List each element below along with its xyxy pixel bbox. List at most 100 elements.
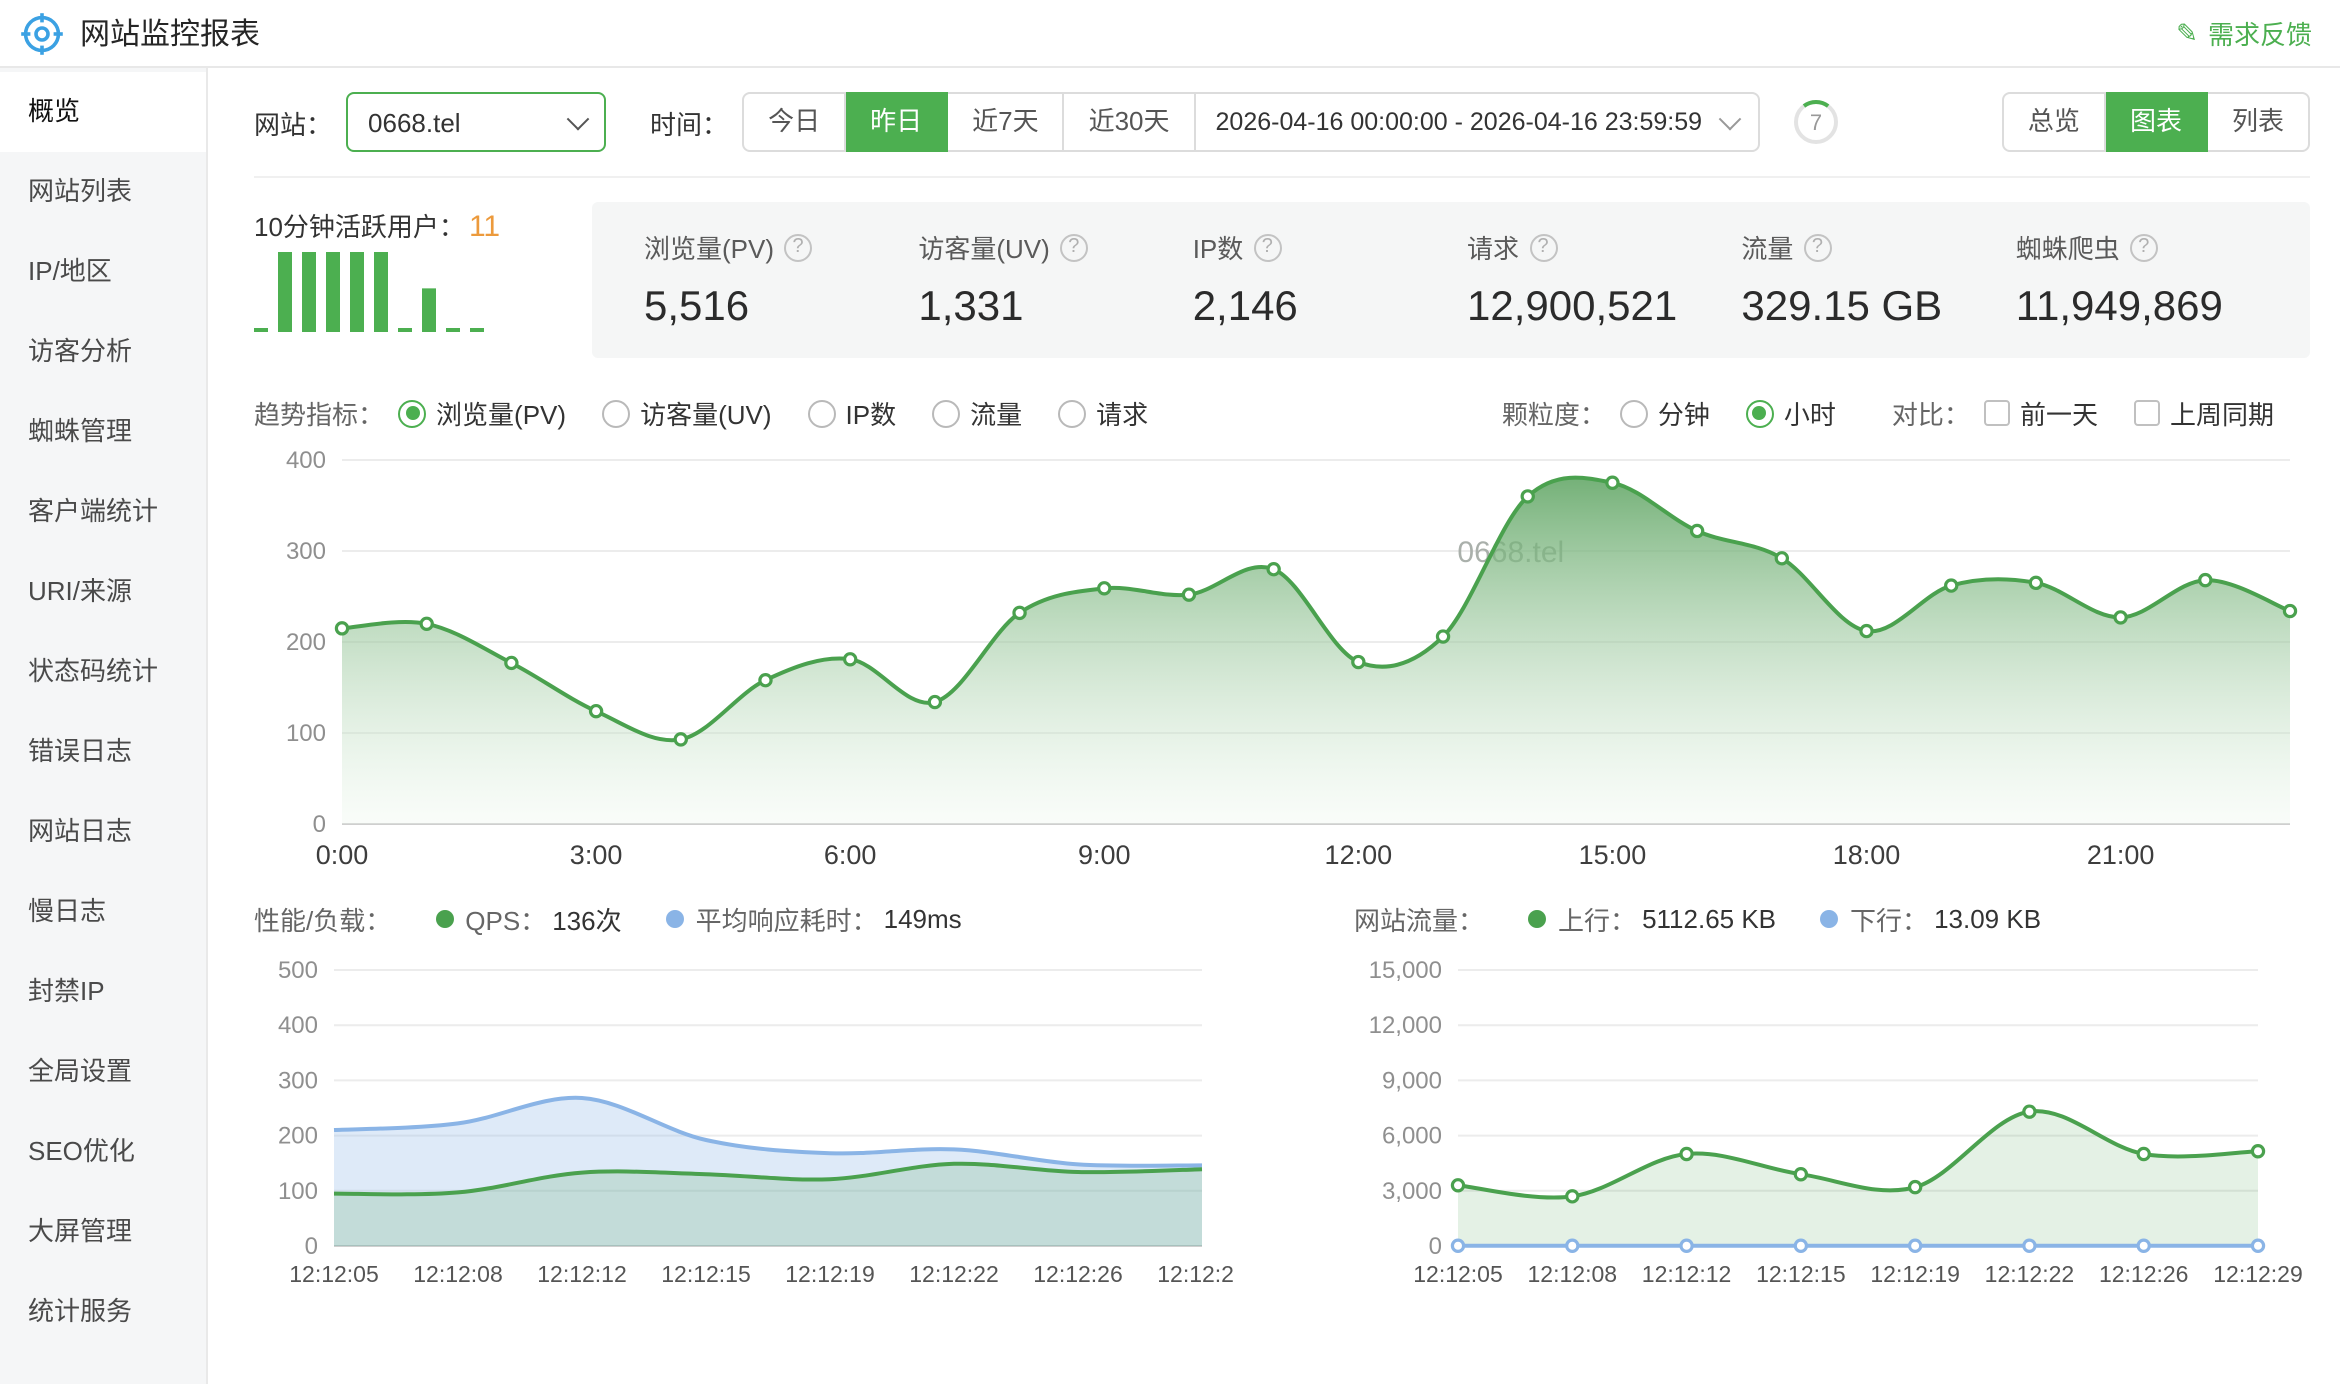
svg-text:12:12:05: 12:12:05 bbox=[289, 1261, 379, 1287]
date-range-picker[interactable]: 2026-04-16 00:00:00 - 2026-04-16 23:59:5… bbox=[1196, 92, 1761, 152]
sidebar-item[interactable]: 慢日志 bbox=[0, 872, 206, 952]
svg-text:15:00: 15:00 bbox=[1579, 840, 1647, 870]
sidebar-item[interactable]: URI/来源 bbox=[0, 552, 206, 632]
svg-text:100: 100 bbox=[286, 720, 326, 747]
sidebar-item[interactable]: 大屏管理 bbox=[0, 1192, 206, 1272]
response-time-value: 149ms bbox=[884, 904, 962, 934]
sidebar-item[interactable]: SEO优化 bbox=[0, 1112, 206, 1192]
view-mode-buttons: 总览图表列表 bbox=[2002, 92, 2310, 152]
performance-chart[interactable]: 010020030040050012:12:0512:12:0812:12:12… bbox=[254, 954, 1234, 1294]
qps-legend-item[interactable]: QPS： 136次 bbox=[435, 900, 621, 938]
time-range-button[interactable]: 今日 bbox=[742, 92, 846, 152]
granularity-label: 颗粒度： bbox=[1502, 394, 1606, 432]
site-label: 网站： bbox=[254, 103, 332, 141]
help-icon[interactable]: ? bbox=[1803, 233, 1831, 261]
response-time-legend-item[interactable]: 平均响应耗时： 149ms bbox=[666, 900, 962, 938]
traffic-chart[interactable]: 03,0006,0009,00012,00015,00012:12:0512:1… bbox=[1354, 954, 2310, 1294]
stat-column: IP数 ? 2,146 bbox=[1193, 228, 1467, 332]
kpi-panel: 浏览量(PV) ? 5,516 访客量(UV) ? 1,331 IP数 ? 2,… bbox=[592, 202, 2310, 358]
sidebar-item[interactable]: 网站日志 bbox=[0, 792, 206, 872]
svg-text:400: 400 bbox=[278, 1012, 318, 1039]
svg-text:12:12:26: 12:12:26 bbox=[1033, 1261, 1123, 1287]
svg-text:12:12:05: 12:12:05 bbox=[1413, 1261, 1503, 1287]
traffic-legend: 网站流量： 上行： 5112.65 KB 下行： 13.09 KB bbox=[1354, 900, 2310, 938]
site-select[interactable]: 0668.tel bbox=[346, 92, 606, 152]
radio-icon bbox=[602, 399, 630, 427]
traffic-label: 网站流量： bbox=[1354, 900, 1484, 938]
trend-metric-radio[interactable]: IP数 bbox=[808, 394, 897, 432]
trend-metric-group: 浏览量(PV) 访客量(UV) IP数 流量 请求 bbox=[398, 394, 1184, 432]
stat-label: 浏览量(PV) bbox=[644, 228, 774, 266]
granularity-radio[interactable]: 分钟 bbox=[1620, 394, 1710, 432]
sidebar-item[interactable]: 概览 bbox=[0, 72, 206, 152]
stat-label: 访客量(UV) bbox=[918, 228, 1049, 266]
svg-text:18:00: 18:00 bbox=[1833, 840, 1901, 870]
sidebar-item[interactable]: 蜘蛛管理 bbox=[0, 392, 206, 472]
sidebar-item[interactable]: 客户端统计 bbox=[0, 472, 206, 552]
svg-text:12:12:22: 12:12:22 bbox=[909, 1261, 999, 1287]
sidebar-item[interactable]: 错误日志 bbox=[0, 712, 206, 792]
stats-row: 10分钟活跃用户：11 浏览量(PV) ? 5,516 访客量(UV) ? 1,… bbox=[254, 202, 2310, 358]
sidebar-item[interactable]: 网站列表 bbox=[0, 152, 206, 232]
trend-metric-radio[interactable]: 请求 bbox=[1058, 394, 1148, 432]
svg-text:12:12:29: 12:12:29 bbox=[1157, 1261, 1234, 1287]
help-icon[interactable]: ? bbox=[784, 233, 812, 261]
stat-value: 2,146 bbox=[1193, 284, 1467, 332]
trend-controls: 趋势指标： 浏览量(PV) 访客量(UV) IP数 流量 请求 颗粒度： 分钟 … bbox=[254, 394, 2310, 432]
view-mode-button[interactable]: 列表 bbox=[2208, 92, 2310, 152]
pv-trend-chart[interactable]: 01002003004000:003:006:009:0012:0015:001… bbox=[254, 440, 2310, 876]
trend-metric-radio[interactable]: 访客量(UV) bbox=[602, 394, 771, 432]
date-range-value: 2026-04-16 00:00:00 - 2026-04-16 23:59:5… bbox=[1216, 108, 1703, 136]
trend-metric-radio[interactable]: 流量 bbox=[932, 394, 1022, 432]
time-range-button[interactable]: 近7天 bbox=[948, 92, 1064, 152]
svg-text:6:00: 6:00 bbox=[824, 840, 877, 870]
stat-label: IP数 bbox=[1193, 228, 1244, 266]
trend-metric-radio[interactable]: 浏览量(PV) bbox=[398, 394, 566, 432]
time-range-controls: 今日昨日近7天近30天 2026-04-16 00:00:00 - 2026-0… bbox=[742, 92, 1760, 152]
app-title: 网站监控报表 bbox=[80, 12, 260, 54]
active-users-bar-chart bbox=[254, 244, 494, 340]
filter-bar: 网站： 0668.tel 时间： 今日昨日近7天近30天 2026-04-16 … bbox=[254, 92, 2310, 178]
stat-value: 1,331 bbox=[918, 284, 1192, 332]
time-range-button[interactable]: 昨日 bbox=[846, 92, 948, 152]
compare-checkbox[interactable]: 前一天 bbox=[1984, 394, 2098, 432]
sidebar-item[interactable]: IP/地区 bbox=[0, 232, 206, 312]
svg-text:0: 0 bbox=[313, 811, 326, 838]
view-mode-button[interactable]: 图表 bbox=[2106, 92, 2208, 152]
view-mode-button[interactable]: 总览 bbox=[2002, 92, 2106, 152]
radio-icon bbox=[808, 399, 836, 427]
logo-icon bbox=[20, 11, 64, 55]
feedback-link[interactable]: ✎ 需求反馈 bbox=[2176, 14, 2312, 52]
stat-value: 5,516 bbox=[644, 284, 918, 332]
help-icon[interactable]: ? bbox=[2130, 233, 2158, 261]
help-icon[interactable]: ? bbox=[1253, 233, 1281, 261]
svg-text:9:00: 9:00 bbox=[1078, 840, 1131, 870]
sidebar-item[interactable]: 全局设置 bbox=[0, 1032, 206, 1112]
svg-text:0: 0 bbox=[1429, 1233, 1442, 1260]
sidebar-item[interactable]: 统计服务 bbox=[0, 1272, 206, 1352]
time-range-button[interactable]: 近30天 bbox=[1065, 92, 1196, 152]
edit-icon: ✎ bbox=[2176, 17, 2198, 49]
sidebar-item[interactable]: 状态码统计 bbox=[0, 632, 206, 712]
time-label: 时间： bbox=[650, 103, 728, 141]
downstream-value: 13.09 KB bbox=[1934, 904, 2041, 934]
checkbox-icon bbox=[2134, 400, 2160, 426]
radio-icon bbox=[1620, 399, 1648, 427]
downstream-legend-item[interactable]: 下行： 13.09 KB bbox=[1820, 900, 2041, 938]
performance-chart-box: 性能/负载： QPS： 136次 平均响应耗时： 149ms 010020030… bbox=[254, 900, 1234, 1294]
granularity-radio[interactable]: 小时 bbox=[1746, 394, 1836, 432]
svg-text:12:12:29: 12:12:29 bbox=[2213, 1261, 2303, 1287]
help-icon[interactable]: ? bbox=[1529, 233, 1557, 261]
upstream-legend-item[interactable]: 上行： 5112.65 KB bbox=[1528, 900, 1776, 938]
bottom-charts: 性能/负载： QPS： 136次 平均响应耗时： 149ms 010020030… bbox=[254, 900, 2310, 1294]
sidebar: 概览网站列表IP/地区访客分析蜘蛛管理客户端统计URI/来源状态码统计错误日志网… bbox=[0, 68, 208, 1384]
help-icon[interactable]: ? bbox=[1060, 233, 1088, 261]
sidebar-item[interactable]: 访客分析 bbox=[0, 312, 206, 392]
radio-icon bbox=[1058, 399, 1086, 427]
sidebar-item[interactable]: 封禁IP bbox=[0, 952, 206, 1032]
compare-checkbox[interactable]: 上周同期 bbox=[2134, 394, 2274, 432]
svg-text:12:12:15: 12:12:15 bbox=[1756, 1261, 1846, 1287]
trend-metrics-label: 趋势指标： bbox=[254, 394, 384, 432]
stat-label: 蜘蛛爬虫 bbox=[2016, 228, 2120, 266]
header: 网站监控报表 ✎ 需求反馈 bbox=[0, 0, 2340, 68]
